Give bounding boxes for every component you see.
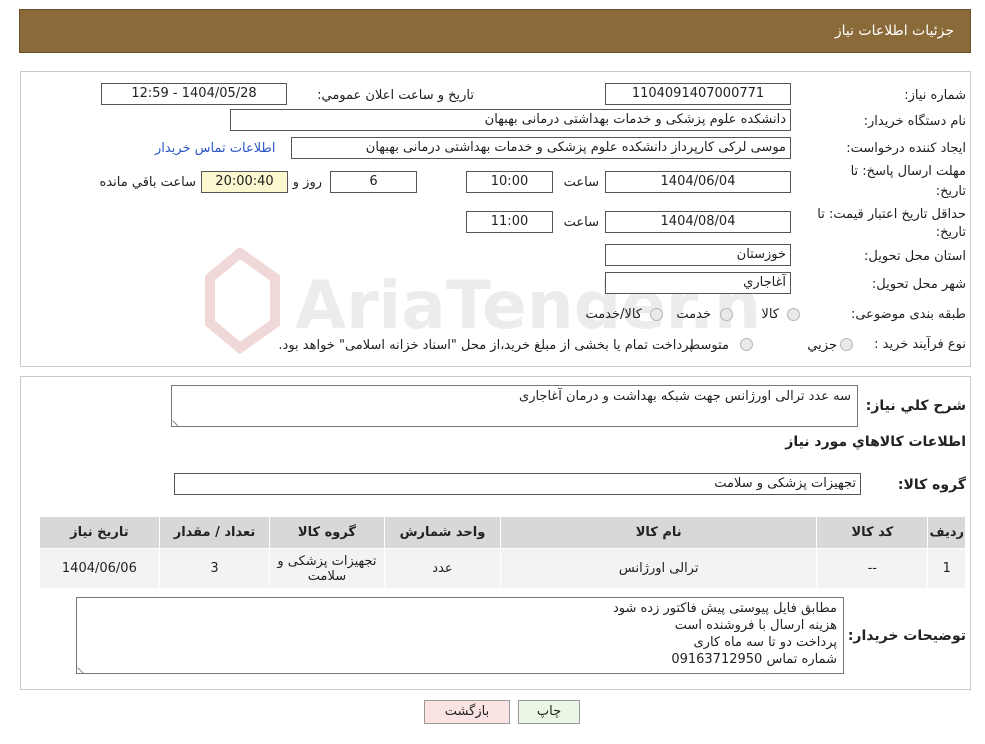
cell-name: ترالی اورژانس	[500, 548, 818, 589]
reply-deadline-label: مهلت ارسال پاسخ: تا	[850, 164, 966, 179]
buyer-org-label: نام دستگاه خريدار:	[863, 114, 966, 129]
items-table: رديف کد کالا نام کالا واحد شمارش گروه کا…	[39, 516, 966, 589]
price-validity-label-2: تاريخ:	[935, 225, 966, 240]
buyer-contact-link[interactable]: اطلاعات تماس خريدار	[155, 141, 275, 156]
announce-label: تاريخ و ساعت اعلان عمومي:	[317, 88, 474, 103]
category-goods-label: کالا	[761, 307, 779, 322]
buyer-note-line: شماره تماس 09163712950	[671, 652, 837, 667]
resize-grip-icon[interactable]	[172, 415, 184, 427]
creator-label: ايجاد کننده درخواست:	[846, 141, 966, 156]
col-row: رديف	[927, 516, 966, 549]
cell-group: تجهیزات پزشکی و سلامت	[269, 548, 385, 589]
province-label: استان محل تحويل:	[864, 249, 966, 264]
col-name: نام کالا	[500, 516, 818, 549]
cell-need-date: 1404/06/06	[39, 548, 160, 589]
reply-time-field: 10:00	[466, 171, 553, 193]
need-number-field: 1104091407000771	[605, 83, 791, 105]
buyer-org-field: دانشکده علوم پزشکی و خدمات بهداشتی درمان…	[230, 109, 791, 131]
description-textarea[interactable]: سه عدد ترالی اورژانس جهت شبکه بهداشت و د…	[171, 385, 858, 427]
process-label: نوع فرآيند خريد :	[874, 337, 966, 352]
buyer-note-line: پرداخت دو تا سه ماه کاری	[693, 635, 837, 650]
price-date-field: 1404/08/04	[605, 211, 791, 233]
days-remaining-field: 6	[330, 171, 417, 193]
cell-code: --	[816, 548, 929, 589]
reply-deadline-label-2: تاريخ:	[935, 184, 966, 199]
process-note: پرداخت تمام يا بخشی از مبلغ خريد،از محل …	[278, 338, 693, 353]
reply-date-field: 1404/06/04	[605, 171, 791, 193]
buyer-notes-label: توضيحات خريدار:	[847, 628, 966, 644]
buyer-notes-textarea[interactable]: مطابق فایل پیوستی پیش فاکتور زده شود هزی…	[76, 597, 844, 674]
category-goods-service-radio[interactable]	[650, 308, 663, 321]
remaining-time-field: 20:00:40	[201, 171, 288, 193]
creator-field: موسی لرکی کارپرداز دانشکده علوم پزشکی و …	[291, 137, 791, 159]
city-field: آغاجاري	[605, 272, 791, 294]
page-header: جزئیات اطلاعات نیاز	[19, 9, 971, 53]
cell-unit: عدد	[383, 548, 502, 589]
category-service-radio[interactable]	[720, 308, 733, 321]
col-code: کد کالا	[816, 516, 929, 549]
category-label: طبقه بندی موضوعی:	[850, 307, 966, 322]
remaining-label: ساعت باقي مانده	[99, 175, 196, 190]
items-table-header: رديف کد کالا نام کالا واحد شمارش گروه کا…	[39, 516, 966, 549]
process-minor-label: جزيي	[807, 338, 837, 353]
cell-quantity: 3	[158, 548, 271, 589]
page-title: جزئیات اطلاعات نیاز	[834, 23, 954, 39]
process-medium-radio[interactable]	[740, 338, 753, 351]
category-goods-radio[interactable]	[787, 308, 800, 321]
col-unit: واحد شمارش	[383, 516, 502, 549]
city-label: شهر محل تحويل:	[871, 277, 966, 292]
back-button[interactable]: بازگشت	[424, 700, 510, 724]
days-label: روز و	[292, 175, 322, 190]
goods-group-label: گروه کالا:	[897, 477, 966, 493]
description-text: سه عدد ترالی اورژانس جهت شبکه بهداشت و د…	[519, 389, 851, 404]
description-label: شرح کلي نياز:	[865, 398, 966, 414]
price-time-field: 11:00	[466, 211, 553, 233]
need-number-label: شماره نیاز:	[904, 88, 966, 103]
reply-time-label: ساعت	[563, 175, 599, 190]
col-group: گروه کالا	[269, 516, 385, 549]
province-field: خوزستان	[605, 244, 791, 266]
price-time-label: ساعت	[563, 215, 599, 230]
col-quantity: تعداد / مقدار	[158, 516, 271, 549]
cell-row: 1	[927, 548, 966, 589]
buyer-note-line: هزینه ارسال با فروشنده است	[674, 618, 837, 633]
col-need-date: تاريخ نياز	[39, 516, 160, 549]
buyer-note-line: مطابق فایل پیوستی پیش فاکتور زده شود	[612, 601, 837, 616]
table-row: 1 -- ترالی اورژانس عدد تجهیزات پزشکی و س…	[39, 548, 966, 589]
print-button[interactable]: چاپ	[518, 700, 580, 724]
category-goods-service-label: کالا/خدمت	[585, 307, 642, 322]
goods-info-title: اطلاعات کالاهاي مورد نياز	[785, 434, 966, 450]
process-minor-radio[interactable]	[840, 338, 853, 351]
category-service-label: خدمت	[676, 307, 711, 322]
announce-field: 1404/05/28 - 12:59	[101, 83, 287, 105]
goods-group-field: تجهیزات پزشکی و سلامت	[174, 473, 861, 495]
price-validity-label: حداقل تاريخ اعتبار قيمت: تا	[817, 207, 966, 222]
process-medium-label: متوسط	[688, 338, 729, 353]
